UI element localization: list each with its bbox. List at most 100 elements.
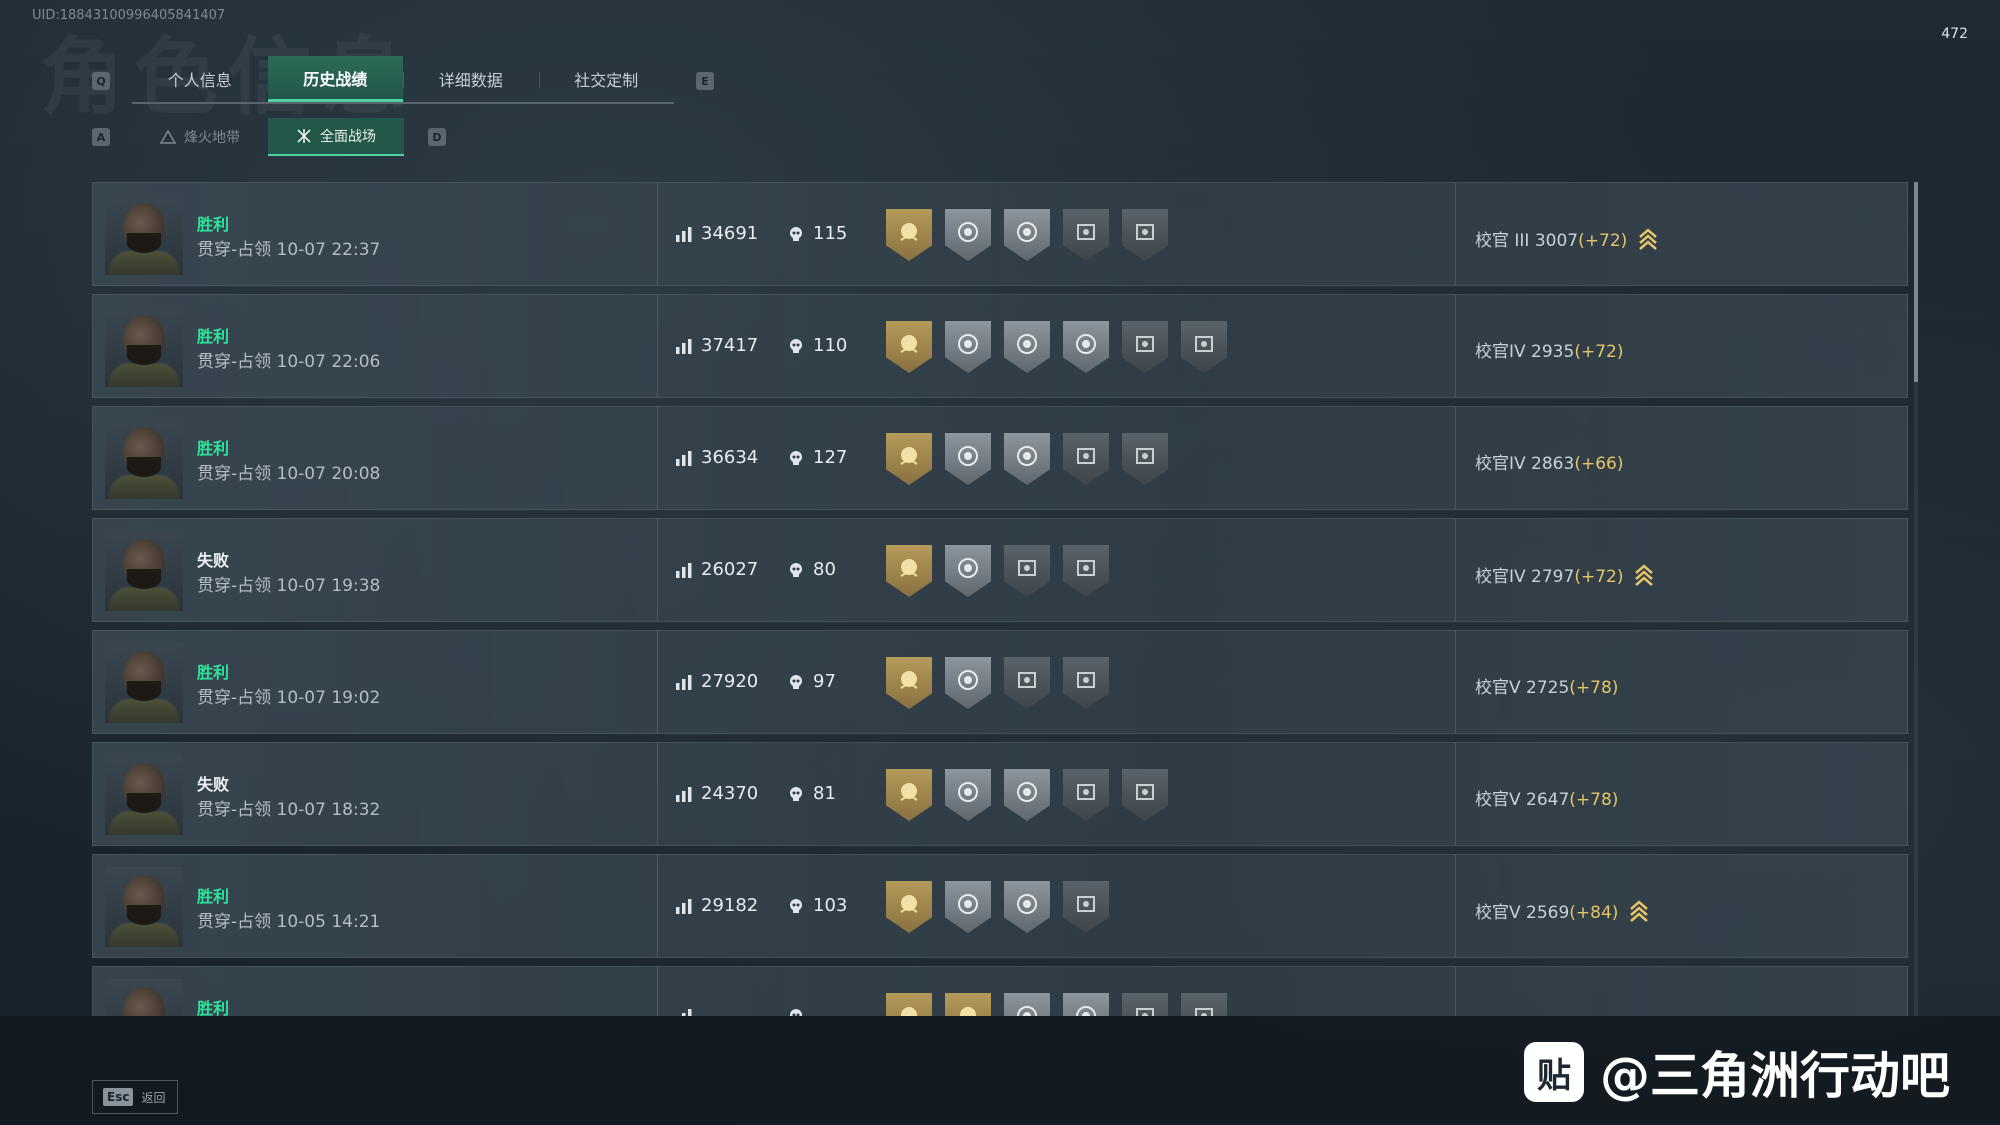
dark-medal-icon[interactable] bbox=[1004, 545, 1050, 597]
kills-value: 110 bbox=[813, 335, 848, 356]
silver-medal-icon[interactable] bbox=[1063, 321, 1109, 373]
gold-medal-icon[interactable] bbox=[886, 545, 932, 597]
dark-medal-icon[interactable] bbox=[1063, 433, 1109, 485]
rank-points: 校官V 2725(+78) bbox=[1475, 673, 1618, 698]
rank-delta: (+66) bbox=[1574, 454, 1624, 474]
tab-prev-key[interactable]: Q bbox=[92, 72, 110, 90]
match-kills: 103 bbox=[787, 895, 847, 916]
rank-up-chevron-icon bbox=[1635, 564, 1654, 586]
dark-medal-icon[interactable] bbox=[1122, 993, 1168, 1016]
match-row[interactable]: 胜利 bbox=[92, 966, 1908, 1016]
silver-medal-icon[interactable] bbox=[945, 657, 991, 709]
tab-personal-info[interactable]: 个人信息 bbox=[132, 56, 268, 102]
match-row[interactable]: 胜利 贯穿-占领 10-05 14:21 29182 103 校官V 2569(… bbox=[92, 854, 1908, 958]
score-value: 26027 bbox=[701, 559, 759, 580]
rank-value: 校官IV 2797 bbox=[1475, 566, 1575, 587]
divider bbox=[1455, 855, 1456, 957]
match-score: 34691 bbox=[675, 223, 758, 244]
hazard-zone-icon bbox=[160, 130, 176, 144]
match-score bbox=[675, 1007, 701, 1016]
silver-medal-icon[interactable] bbox=[1004, 881, 1050, 933]
tab-social-custom[interactable]: 社交定制 bbox=[538, 56, 675, 102]
match-row[interactable]: 胜利 贯穿-占领 10-07 19:02 27920 97 校官V 2725(+… bbox=[92, 630, 1908, 734]
tab-match-history[interactable]: 历史战绩 bbox=[267, 56, 403, 102]
divider bbox=[657, 519, 658, 621]
dark-medal-icon[interactable] bbox=[1004, 657, 1050, 709]
silver-medal-icon[interactable] bbox=[1063, 993, 1109, 1016]
divider bbox=[1455, 295, 1456, 397]
dark-medal-icon[interactable] bbox=[1122, 433, 1168, 485]
scrollbar-thumb[interactable] bbox=[1914, 182, 1918, 382]
silver-medal-icon[interactable] bbox=[945, 769, 991, 821]
gold-medal-icon[interactable] bbox=[886, 993, 932, 1016]
tab-next-key[interactable]: E bbox=[696, 72, 714, 90]
silver-medal-icon[interactable] bbox=[1004, 433, 1050, 485]
tab-detailed-data[interactable]: 详细数据 bbox=[403, 56, 539, 102]
rank-delta: (+78) bbox=[1569, 678, 1619, 698]
divider bbox=[657, 295, 658, 397]
silver-medal-icon[interactable] bbox=[945, 545, 991, 597]
rank-delta: (+72) bbox=[1574, 342, 1624, 362]
match-row[interactable]: 胜利 贯穿-占领 10-07 22:37 34691 115 校官 III 30… bbox=[92, 182, 1908, 286]
dark-medal-icon[interactable] bbox=[1122, 769, 1168, 821]
divider bbox=[1455, 407, 1456, 509]
rank-points: 校官V 2647(+78) bbox=[1475, 785, 1618, 810]
subtab-prev-key[interactable]: A bbox=[92, 128, 110, 146]
match-row[interactable]: 胜利 贯穿-占领 10-07 22:06 37417 110 校官IV 2935… bbox=[92, 294, 1908, 398]
bar-chart-icon bbox=[676, 674, 692, 690]
match-score: 29182 bbox=[675, 895, 758, 916]
rank-up-chevron-icon bbox=[1639, 228, 1658, 250]
match-row[interactable]: 胜利 贯穿-占领 10-07 20:08 36634 127 校官IV 2863… bbox=[92, 406, 1908, 510]
silver-medal-icon[interactable] bbox=[945, 209, 991, 261]
dark-medal-icon[interactable] bbox=[1122, 321, 1168, 373]
rank-points: 校官 III 3007(+72) bbox=[1475, 226, 1627, 251]
watermark: 贴 @三角洲行动吧 bbox=[1524, 1036, 1950, 1108]
gold-medal-icon[interactable] bbox=[886, 657, 932, 709]
subtab-hazard-zone[interactable]: 烽火地带 bbox=[132, 118, 268, 156]
silver-medal-icon[interactable] bbox=[1004, 993, 1050, 1016]
match-history-list: 胜利 贯穿-占领 10-07 22:37 34691 115 校官 III 30… bbox=[92, 182, 1908, 1016]
match-kills: 97 bbox=[787, 671, 836, 692]
silver-medal-icon[interactable] bbox=[1004, 321, 1050, 373]
match-result: 胜利 bbox=[197, 663, 230, 682]
divider bbox=[1455, 631, 1456, 733]
silver-medal-icon[interactable] bbox=[945, 433, 991, 485]
gold-medal-icon[interactable] bbox=[886, 321, 932, 373]
match-score: 24370 bbox=[675, 783, 758, 804]
dark-medal-icon[interactable] bbox=[1063, 209, 1109, 261]
dark-medal-icon[interactable] bbox=[1063, 657, 1109, 709]
dark-medal-icon[interactable] bbox=[1122, 209, 1168, 261]
subtab-next-key[interactable]: D bbox=[428, 128, 446, 146]
subtab-label: 烽火地带 bbox=[184, 130, 240, 146]
gold-medal-icon[interactable] bbox=[886, 881, 932, 933]
divider bbox=[1455, 519, 1456, 621]
kills-value: 80 bbox=[813, 559, 836, 580]
medal-list bbox=[886, 881, 1109, 933]
rank-info: 校官V 2647(+78) bbox=[1475, 785, 1618, 810]
gold-medal-icon[interactable] bbox=[945, 993, 991, 1016]
dark-medal-icon[interactable] bbox=[1063, 881, 1109, 933]
rank-up-chevron-icon bbox=[1630, 900, 1649, 922]
match-row[interactable]: 失败 贯穿-占领 10-07 19:38 26027 80 校官IV 2797(… bbox=[92, 518, 1908, 622]
back-button[interactable]: Esc 返回 bbox=[92, 1080, 178, 1114]
silver-medal-icon[interactable] bbox=[945, 321, 991, 373]
match-result: 胜利 bbox=[197, 327, 230, 346]
match-score: 26027 bbox=[675, 559, 758, 580]
divider bbox=[657, 407, 658, 509]
silver-medal-icon[interactable] bbox=[1004, 769, 1050, 821]
gold-medal-icon[interactable] bbox=[886, 769, 932, 821]
dark-medal-icon[interactable] bbox=[1181, 321, 1227, 373]
dark-medal-icon[interactable] bbox=[1063, 769, 1109, 821]
dark-medal-icon[interactable] bbox=[1181, 993, 1227, 1016]
gold-medal-icon[interactable] bbox=[886, 209, 932, 261]
subtab-full-battlefield[interactable]: 全面战场 bbox=[268, 118, 404, 156]
dark-medal-icon[interactable] bbox=[1063, 545, 1109, 597]
list-scrollbar[interactable] bbox=[1914, 182, 1918, 1016]
silver-medal-icon[interactable] bbox=[1004, 209, 1050, 261]
gold-medal-icon[interactable] bbox=[886, 433, 932, 485]
score-value: 27920 bbox=[701, 671, 759, 692]
silver-medal-icon[interactable] bbox=[945, 881, 991, 933]
score-value: 24370 bbox=[701, 783, 759, 804]
match-row[interactable]: 失败 贯穿-占领 10-07 18:32 24370 81 校官V 2647(+… bbox=[92, 742, 1908, 846]
skull-icon bbox=[790, 226, 802, 241]
